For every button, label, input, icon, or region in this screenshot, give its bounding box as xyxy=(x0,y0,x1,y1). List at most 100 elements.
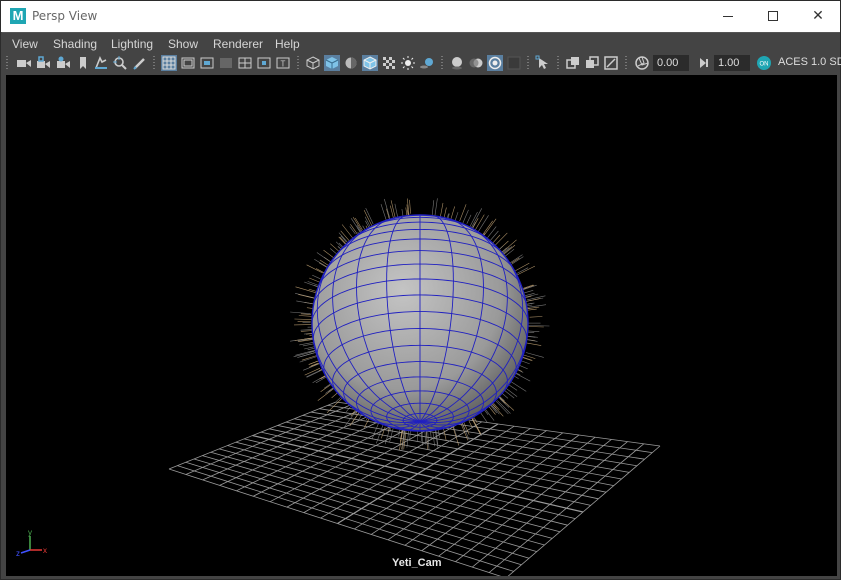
fur-strand xyxy=(384,198,390,218)
toolbar-separator xyxy=(6,56,8,70)
toolbar-separator xyxy=(527,56,529,70)
fur-strand xyxy=(295,349,316,356)
fur-strand xyxy=(431,200,435,217)
fur-strand xyxy=(314,258,329,268)
menu-lighting[interactable]: Lighting xyxy=(111,37,153,51)
two-d-pan-zoom-icon[interactable] xyxy=(112,55,128,71)
fur-strand xyxy=(330,243,341,253)
toolbar-separator xyxy=(625,56,627,70)
close-button[interactable]: ✕ xyxy=(795,1,841,32)
fur-strand xyxy=(300,330,314,332)
axis-x-label: x xyxy=(43,546,47,555)
fur-strand xyxy=(306,369,323,378)
fur-strand xyxy=(294,318,313,320)
camera-name-label: Yeti_Cam xyxy=(392,557,442,569)
motion-blur-icon[interactable] xyxy=(468,55,484,71)
fur-strand xyxy=(389,426,394,443)
exposure-field[interactable]: 0.00 xyxy=(653,55,689,71)
exposure-icon[interactable] xyxy=(634,55,650,71)
gamma-field[interactable]: 1.00 xyxy=(714,55,750,71)
fur-strand xyxy=(527,330,540,332)
view-transform-label[interactable]: ACES 1.0 SDR-video xyxy=(778,56,841,68)
xray-icon[interactable] xyxy=(565,55,581,71)
fur-strand xyxy=(500,239,517,254)
image-plane-icon[interactable] xyxy=(93,55,109,71)
axis-z-line xyxy=(20,549,31,554)
maya-logo-icon: M xyxy=(10,8,26,24)
camera-attributes-icon[interactable] xyxy=(55,55,71,71)
fur-strand xyxy=(306,264,323,274)
grid-line xyxy=(472,441,628,568)
fur-strand xyxy=(483,218,497,236)
field-chart-icon[interactable] xyxy=(237,55,253,71)
close-icon: ✕ xyxy=(812,8,824,24)
fur-strand xyxy=(509,384,518,391)
shadows-icon[interactable] xyxy=(419,55,435,71)
bookmarks-icon[interactable] xyxy=(75,55,91,71)
resolution-gate-icon[interactable] xyxy=(199,55,215,71)
gate-mask-icon[interactable] xyxy=(218,55,234,71)
maximize-button[interactable] xyxy=(750,1,796,32)
grid-icon[interactable] xyxy=(161,55,177,71)
minimize-button[interactable] xyxy=(705,1,751,32)
panel-toolbar: T 0.00 1.00 ON ACES 1.0 SDR-video xyxy=(2,53,841,73)
fur-strand xyxy=(527,325,550,327)
fur-strand xyxy=(511,257,520,264)
fur-strand xyxy=(466,214,472,224)
grease-pencil-icon[interactable] xyxy=(132,55,148,71)
grid-line xyxy=(507,445,661,576)
fur-strand xyxy=(526,342,542,346)
film-gate-icon[interactable] xyxy=(180,55,196,71)
perspective-viewport[interactable]: y x z Yeti_Cam xyxy=(6,75,837,576)
backface-culling-icon[interactable] xyxy=(603,55,619,71)
menu-view[interactable]: View xyxy=(12,37,38,51)
screen-space-ao-icon[interactable] xyxy=(449,55,465,71)
fur-strand xyxy=(469,211,478,229)
fur-strand xyxy=(295,286,317,294)
fur-strand xyxy=(484,408,495,421)
menu-shading[interactable]: Shading xyxy=(53,37,97,51)
fur-strand xyxy=(443,207,447,218)
smooth-shade-icon[interactable] xyxy=(324,55,340,71)
fur-strand xyxy=(300,313,312,315)
fur-strand xyxy=(427,429,430,450)
fur-strand xyxy=(517,265,536,276)
axis-y-label: y xyxy=(28,528,32,537)
fur-strand xyxy=(487,226,497,238)
gamma-icon[interactable] xyxy=(695,55,711,71)
fur-strand xyxy=(506,388,518,397)
xray-joints-icon[interactable] xyxy=(584,55,600,71)
svg-text:ON: ON xyxy=(760,62,769,68)
fur-strand xyxy=(323,249,334,258)
menu-help[interactable]: Help xyxy=(275,37,300,51)
default-material-icon[interactable] xyxy=(343,55,359,71)
fur-strand xyxy=(499,396,515,411)
use-all-lights-icon[interactable] xyxy=(400,55,416,71)
isolate-select-icon[interactable] xyxy=(535,55,551,71)
fur-strand xyxy=(491,404,500,415)
wireframe-icon[interactable] xyxy=(305,55,321,71)
select-camera-icon[interactable] xyxy=(16,55,32,71)
safe-action-icon[interactable] xyxy=(256,55,272,71)
toolbar-separator xyxy=(153,56,155,70)
fur-strand xyxy=(405,207,408,216)
toolbar-separator xyxy=(297,56,299,70)
color-management-icon[interactable]: ON xyxy=(756,55,772,71)
depth-of-field-icon[interactable] xyxy=(506,55,522,71)
fur-strand xyxy=(434,198,438,216)
toolbar-separator xyxy=(441,56,443,70)
fur-strand xyxy=(409,199,411,214)
grid-line xyxy=(185,461,522,566)
textured-icon[interactable] xyxy=(381,55,397,71)
safe-title-icon[interactable]: T xyxy=(275,55,291,71)
scene-canvas[interactable]: y x z xyxy=(6,75,837,576)
title-bar[interactable]: M Persp View ✕ xyxy=(1,1,840,32)
menu-renderer[interactable]: Renderer xyxy=(213,37,263,51)
lock-camera-icon[interactable] xyxy=(35,55,51,71)
menu-show[interactable]: Show xyxy=(168,37,198,51)
fur-strand xyxy=(315,268,325,274)
fur-strand xyxy=(471,417,482,434)
window-title: Persp View xyxy=(32,9,98,23)
multisample-aa-icon[interactable] xyxy=(487,55,503,71)
wireframe-on-shaded-icon[interactable] xyxy=(362,55,378,71)
